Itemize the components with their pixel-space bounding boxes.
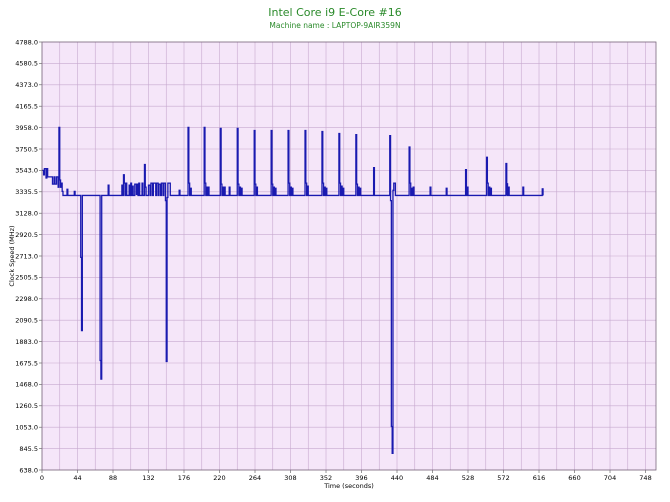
- x-axis-ticks: 0 44 88 132 176 220 264 308 352 396 440 484 528 572 61…: [40, 470, 652, 482]
- y-tick-label: 2713.0: [15, 252, 38, 260]
- y-tick-label: 2505.5: [15, 274, 38, 282]
- x-tick-label: 704: [604, 474, 616, 482]
- y-tick-label: 2090.5: [15, 317, 38, 325]
- y-tick-label: 1883.0: [15, 338, 38, 346]
- y-tick-label: 845.5: [19, 445, 38, 453]
- y-tick-label: 4788.0: [15, 38, 38, 46]
- y-tick-label: 1468.0: [15, 381, 38, 389]
- x-tick-label: 352: [320, 474, 332, 482]
- y-tick-label: 4580.5: [15, 60, 38, 68]
- x-tick-label: 748: [639, 474, 651, 482]
- y-axis-ticks: 4788.0 4580.5 4373.0 4165.5 3958.0 3750.5 3543…: [15, 38, 42, 474]
- y-tick-label: 1053.0: [15, 424, 38, 432]
- y-tick-label: 4165.5: [15, 103, 38, 111]
- y-tick-label: 3128.0: [15, 210, 38, 218]
- x-tick-label: 132: [142, 474, 154, 482]
- x-tick-label: 396: [355, 474, 367, 482]
- x-tick-label: 176: [178, 474, 190, 482]
- y-tick-label: 2920.5: [15, 231, 38, 239]
- x-tick-label: 0: [40, 474, 44, 482]
- y-tick-label: 2298.0: [15, 295, 38, 303]
- x-tick-label: 220: [213, 474, 225, 482]
- y-tick-label: 3335.5: [15, 188, 38, 196]
- x-tick-label: 440: [391, 474, 403, 482]
- chart-svg: 4788.0 4580.5 4373.0 4165.5 3958.0 3750.5 3543…: [8, 38, 657, 490]
- x-tick-label: 660: [568, 474, 580, 482]
- x-tick-label: 572: [497, 474, 509, 482]
- y-tick-label: 1675.5: [15, 359, 38, 367]
- x-tick-label: 44: [73, 474, 81, 482]
- x-tick-label: 616: [533, 474, 545, 482]
- x-tick-label: 88: [109, 474, 117, 482]
- y-tick-label: 4373.0: [15, 81, 38, 89]
- y-axis-label: Clock Speed (MHz): [8, 225, 16, 286]
- y-tick-label: 638.0: [19, 466, 38, 474]
- y-tick-label: 1260.5: [15, 402, 38, 410]
- x-axis-label: Time (seconds): [323, 482, 374, 490]
- x-tick-label: 308: [284, 474, 296, 482]
- x-tick-label: 264: [249, 474, 261, 482]
- y-tick-label: 3750.5: [15, 145, 38, 153]
- y-tick-label: 3543.0: [15, 167, 38, 175]
- x-tick-label: 484: [426, 474, 438, 482]
- x-tick-label: 528: [462, 474, 474, 482]
- grid-lines: [41, 41, 656, 471]
- y-tick-label: 3958.0: [15, 124, 38, 132]
